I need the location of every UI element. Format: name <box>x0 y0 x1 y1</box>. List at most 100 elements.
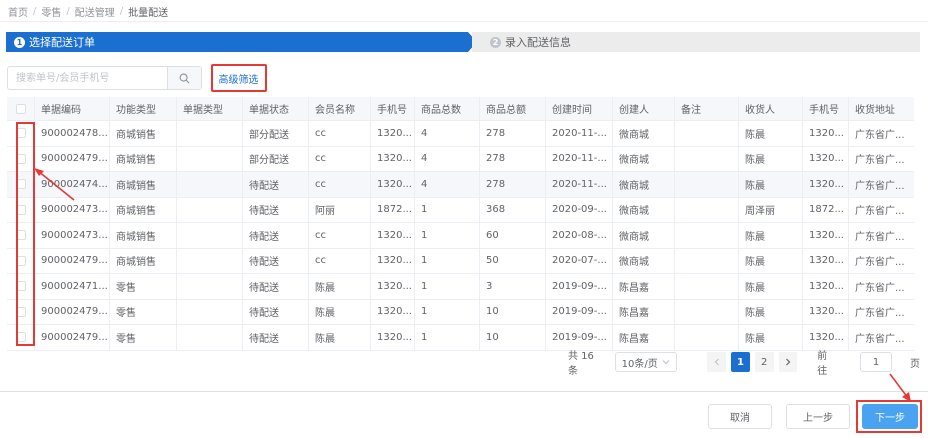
table-cell: 待配送 <box>243 325 309 350</box>
table-row[interactable]: 900002471... 零售 待配送 陈晨 1320... 1 3 2019-09-... 陈… <box>7 274 914 300</box>
goto-page-input[interactable] <box>860 352 892 372</box>
table-cell: 广东省广... <box>855 129 905 141</box>
col-header: 单据类型 <box>177 97 243 120</box>
table-cell: 900002479... <box>35 325 110 350</box>
col-header: 商品总数 <box>415 97 480 120</box>
table-cell: 陈晨 <box>309 325 371 350</box>
table-cell <box>675 197 739 222</box>
table-cell: 待配送 <box>243 248 309 273</box>
table-cell: 3 <box>480 274 546 299</box>
table-cell: 1872... <box>803 197 849 222</box>
next-page-button[interactable] <box>778 352 798 372</box>
table-header: 单据编码 功能类型 单据类型 单据状态 会员名称 手机号 商品总数 商品总额 创… <box>7 97 914 121</box>
table-row[interactable]: 900002478... 商城销售 部分配送 cc 1320... 4 278 2020-11… <box>7 121 914 147</box>
table-cell: 待配送 <box>243 197 309 222</box>
table-cell: 2020-11-... <box>546 121 613 146</box>
table-cell: 1320... <box>803 172 849 197</box>
table-cell: 零售 <box>110 274 177 299</box>
table-cell: 2020-07-... <box>546 248 613 273</box>
table-cell: cc <box>309 248 371 273</box>
table-cell <box>675 223 739 248</box>
table-cell: 1320... <box>803 274 849 299</box>
table-cell: 1 <box>415 325 480 350</box>
table-cell <box>675 146 739 171</box>
table-cell: 50 <box>480 248 546 273</box>
table-row[interactable]: 900002479... 零售 待配送 陈晨 1320... 1 10 2019-09-...… <box>7 325 914 351</box>
table-cell: 陈晨 <box>309 274 371 299</box>
table-cell: 2020-11-... <box>546 146 613 171</box>
step-2-label: 录入配送信息 <box>505 36 571 49</box>
goto-suffix: 页 <box>910 358 920 370</box>
table-cell: 1 <box>415 248 480 273</box>
page-2-button[interactable]: 2 <box>754 352 774 372</box>
table-cell: 广东省广... <box>855 155 905 167</box>
table-cell: 1320... <box>803 223 849 248</box>
search-button[interactable] <box>167 67 201 89</box>
col-header: 收货人 <box>739 97 803 120</box>
table-cell <box>177 172 243 197</box>
table-cell: 900002479... <box>35 299 110 324</box>
table-cell <box>177 121 243 146</box>
table-cell: 商城销售 <box>110 248 177 273</box>
table-cell: 1320... <box>371 325 415 350</box>
cancel-button[interactable]: 取消 <box>708 404 772 429</box>
annotation-arrow-icon <box>889 373 911 402</box>
breadcrumb-retail[interactable]: 零售 <box>41 4 61 19</box>
search-input[interactable] <box>8 67 167 89</box>
table-cell: 900002478... <box>35 121 110 146</box>
table-row[interactable]: 900002479... 商城销售 待配送 cc 1320... 1 50 2020-07-.… <box>7 248 914 274</box>
table-cell: 广东省广... <box>855 257 905 269</box>
table-row[interactable]: 900002479... 商城销售 部分配送 cc 1320... 4 278 2020-11… <box>7 146 914 172</box>
table-cell: 陈晨 <box>739 325 803 350</box>
table-cell: 900002471... <box>35 274 110 299</box>
col-header: 手机号 <box>371 97 415 120</box>
table-cell: 微商城 <box>613 121 675 146</box>
table-cell: 阿丽 <box>309 197 371 222</box>
table-cell: 1320... <box>371 274 415 299</box>
table-cell: 陈晨 <box>739 121 803 146</box>
table-row[interactable]: 900002479... 零售 待配送 陈晨 1320... 1 10 2019-09-...… <box>7 299 914 325</box>
table-cell: 1320... <box>371 172 415 197</box>
table-cell: 广东省广... <box>855 231 905 243</box>
steps-bar: 1 选择配送订单 2 录入配送信息 <box>6 32 920 52</box>
table-cell: 微商城 <box>613 223 675 248</box>
table-cell: 陈晨 <box>739 274 803 299</box>
step-1-active: 1 选择配送订单 <box>6 32 468 52</box>
breadcrumb-home[interactable]: 首页 <box>8 4 28 19</box>
table-cell: 4 <box>415 146 480 171</box>
table-cell: 1 <box>415 299 480 324</box>
table-cell: 待配送 <box>243 299 309 324</box>
table-cell: 微商城 <box>613 197 675 222</box>
table-cell: 1320... <box>371 299 415 324</box>
annotation-arrow-icon <box>34 168 75 201</box>
chevron-right-icon <box>785 358 791 366</box>
table-row[interactable]: 900002474... 商城销售 待配送 cc 1320... 4 278 2020-11-… <box>7 172 914 198</box>
table-cell: 4 <box>415 121 480 146</box>
page-1-button[interactable]: 1 <box>731 352 750 372</box>
goto-label: 前往 <box>817 351 828 377</box>
table-row[interactable]: 900002473... 商城销售 待配送 阿丽 1872... 1 368 2020-09-… <box>7 197 914 223</box>
select-all-cell <box>7 97 35 120</box>
select-all-checkbox[interactable] <box>15 103 26 114</box>
previous-step-button[interactable]: 上一步 <box>786 404 850 429</box>
prev-page-button[interactable] <box>707 352 727 372</box>
col-header: 创建人 <box>613 97 675 120</box>
page-size-select[interactable]: 10条/页 <box>614 352 678 372</box>
table-row[interactable]: 900002473... 商城销售 待配送 cc 1320... 1 60 2020-08-.… <box>7 223 914 249</box>
page-size-value: 10条/页 <box>621 358 658 370</box>
table-cell <box>177 274 243 299</box>
table-cell: 商城销售 <box>110 121 177 146</box>
annotation-box-next <box>856 400 922 433</box>
table-cell: 1 <box>415 223 480 248</box>
annotation-box-advanced-filter <box>211 64 267 92</box>
table-cell: 1872... <box>371 197 415 222</box>
table-cell: 2020-08-... <box>546 223 613 248</box>
table-cell: 陈昌嘉 <box>613 274 675 299</box>
table-cell <box>177 197 243 222</box>
search-icon <box>179 73 190 83</box>
table-cell: 广东省广... <box>855 180 905 192</box>
table-cell <box>675 274 739 299</box>
breadcrumb-delivery[interactable]: 配送管理 <box>75 4 115 19</box>
total-count: 共 16 条 <box>568 351 594 377</box>
table-cell: 商城销售 <box>110 197 177 222</box>
